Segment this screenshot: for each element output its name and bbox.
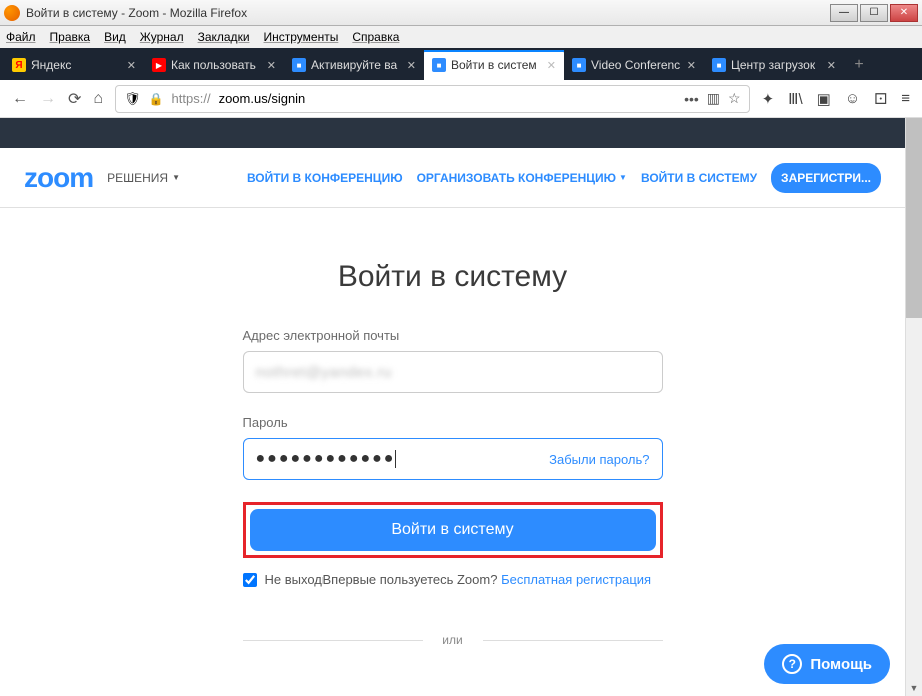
tab-label: Video Conferenc	[591, 58, 682, 72]
forward-button[interactable]: →	[40, 90, 56, 108]
email-value: nothret@yandex.ru	[256, 364, 392, 381]
tab-close-icon[interactable]: ✕	[407, 59, 416, 72]
address-bar[interactable]: 🛡 🔒 https:// zoom.us/signin ••• ▥ ☆	[115, 85, 750, 113]
url-text: zoom.us/signin	[219, 91, 676, 106]
lock-icon[interactable]: 🔒	[149, 92, 164, 106]
password-value: ●●●●●●●●●●●●	[256, 450, 550, 468]
tab-zoom-download[interactable]: ■ Центр загрузок ✕	[704, 50, 844, 80]
host-meeting-link[interactable]: ОРГАНИЗОВАТЬ КОНФЕРЕНЦИЮ▼	[417, 171, 627, 185]
library-icon[interactable]: Ⅲ\	[788, 90, 803, 108]
extensions-icon[interactable]: ✦	[762, 90, 775, 108]
home-button[interactable]: ⌂	[93, 90, 103, 108]
password-label: Пароль	[243, 415, 663, 430]
password-field[interactable]: ●●●●●●●●●●●● Забыли пароль?	[243, 438, 663, 480]
back-button[interactable]: ←	[12, 90, 28, 108]
page-viewport: zoom РЕШЕНИЯ▼ ВОЙТИ В КОНФЕРЕНЦИЮ ОРГАНИ…	[0, 118, 922, 696]
window-titlebar: Войти в систему - Zoom - Mozilla Firefox…	[0, 0, 922, 26]
signin-link[interactable]: ВОЙТИ В СИСТЕМУ	[641, 171, 757, 185]
help-label: Помощь	[810, 656, 872, 673]
divider-or: или	[243, 633, 663, 647]
yandex-icon: Я	[12, 58, 26, 72]
scroll-down-arrow-icon[interactable]: ▼	[906, 679, 922, 696]
window-minimize-button[interactable]: —	[830, 4, 858, 22]
forgot-password-link[interactable]: Забыли пароль?	[549, 452, 649, 467]
window-close-button[interactable]: ✕	[890, 4, 918, 22]
chevron-down-icon: ▼	[619, 173, 627, 182]
zoom-icon: ■	[292, 58, 306, 72]
menu-view[interactable]: Вид	[104, 30, 126, 44]
menu-history[interactable]: Журнал	[140, 30, 184, 44]
tab-label: Активируйте ва	[311, 58, 402, 72]
email-label: Адрес электронной почты	[243, 328, 663, 343]
bookmark-star-icon[interactable]: ☆	[728, 90, 741, 107]
firefox-icon	[4, 5, 20, 21]
tab-label: Войти в систем	[451, 58, 542, 72]
text-caret	[395, 450, 396, 468]
scrollbar-thumb[interactable]	[906, 118, 922, 318]
gift-icon[interactable]: ⚀	[874, 90, 887, 108]
question-icon: ?	[782, 654, 802, 674]
help-button[interactable]: ? Помощь	[764, 644, 890, 684]
submit-highlight: Войти в систему	[243, 502, 663, 558]
sidebar-icon[interactable]: ▣	[817, 90, 831, 108]
zoom-icon: ■	[572, 58, 586, 72]
solutions-menu[interactable]: РЕШЕНИЯ▼	[107, 171, 180, 185]
zoom-navbar: zoom РЕШЕНИЯ▼ ВОЙТИ В КОНФЕРЕНЦИЮ ОРГАНИ…	[0, 148, 905, 208]
tab-close-icon[interactable]: ✕	[127, 59, 136, 72]
shield-icon[interactable]: 🛡	[124, 91, 141, 107]
stay-logged-in-checkbox[interactable]	[243, 573, 257, 587]
new-user-text: Впервые пользуетесь Zoom? Бесплатная рег…	[323, 572, 652, 587]
zoom-icon: ■	[432, 58, 446, 72]
browser-tabstrip: Я Яндекс ✕ ▶ Как пользовать ✕ ■ Активиру…	[0, 48, 922, 80]
tab-close-icon[interactable]: ✕	[687, 59, 696, 72]
zoom-top-banner	[0, 118, 905, 148]
tab-close-icon[interactable]: ✕	[827, 59, 836, 72]
url-protocol: https://	[172, 91, 211, 106]
window-title: Войти в систему - Zoom - Mozilla Firefox	[26, 6, 830, 20]
vertical-scrollbar[interactable]: ▲ ▼	[905, 118, 922, 696]
tab-label: Яндекс	[31, 58, 122, 72]
new-tab-button[interactable]: +	[844, 50, 874, 80]
youtube-icon: ▶	[152, 58, 166, 72]
reader-mode-icon[interactable]: ▥	[707, 90, 720, 107]
email-field[interactable]: nothret@yandex.ru	[243, 351, 663, 393]
signup-button[interactable]: ЗАРЕГИСТРИ...	[771, 163, 881, 193]
menu-edit[interactable]: Правка	[50, 30, 91, 44]
tab-label: Как пользовать	[171, 58, 262, 72]
signin-submit-button[interactable]: Войти в систему	[250, 509, 656, 551]
join-meeting-link[interactable]: ВОЙТИ В КОНФЕРЕНЦИЮ	[247, 171, 403, 185]
tab-zoom-video[interactable]: ■ Video Conferenc ✕	[564, 50, 704, 80]
tab-zoom-signin[interactable]: ■ Войти в систем ✕	[424, 50, 564, 80]
browser-navbar: ← → ⟳ ⌂ 🛡 🔒 https:// zoom.us/signin ••• ▥…	[0, 80, 922, 118]
tab-youtube[interactable]: ▶ Как пользовать ✕	[144, 50, 284, 80]
page-heading: Войти в систему	[338, 260, 567, 294]
tab-label: Центр загрузок	[731, 58, 822, 72]
menu-bookmarks[interactable]: Закладки	[198, 30, 250, 44]
zoom-logo[interactable]: zoom	[24, 162, 93, 194]
reload-button[interactable]: ⟳	[68, 89, 81, 109]
tab-close-icon[interactable]: ✕	[547, 59, 556, 72]
menu-help[interactable]: Справка	[352, 30, 399, 44]
menu-tools[interactable]: Инструменты	[264, 30, 339, 44]
chevron-down-icon: ▼	[172, 173, 180, 182]
menu-hamburger-icon[interactable]: ≡	[901, 90, 910, 107]
free-register-link[interactable]: Бесплатная регистрация	[501, 572, 651, 587]
tab-zoom-activate[interactable]: ■ Активируйте ва ✕	[284, 50, 424, 80]
browser-menubar: Файл Правка Вид Журнал Закладки Инструме…	[0, 26, 922, 48]
account-icon[interactable]: ☺	[845, 90, 860, 107]
zoom-icon: ■	[712, 58, 726, 72]
menu-file[interactable]: Файл	[6, 30, 36, 44]
window-maximize-button[interactable]: ☐	[860, 4, 888, 22]
tab-close-icon[interactable]: ✕	[267, 59, 276, 72]
page-actions-icon[interactable]: •••	[684, 91, 699, 107]
tab-yandex[interactable]: Я Яндекс ✕	[4, 50, 144, 80]
